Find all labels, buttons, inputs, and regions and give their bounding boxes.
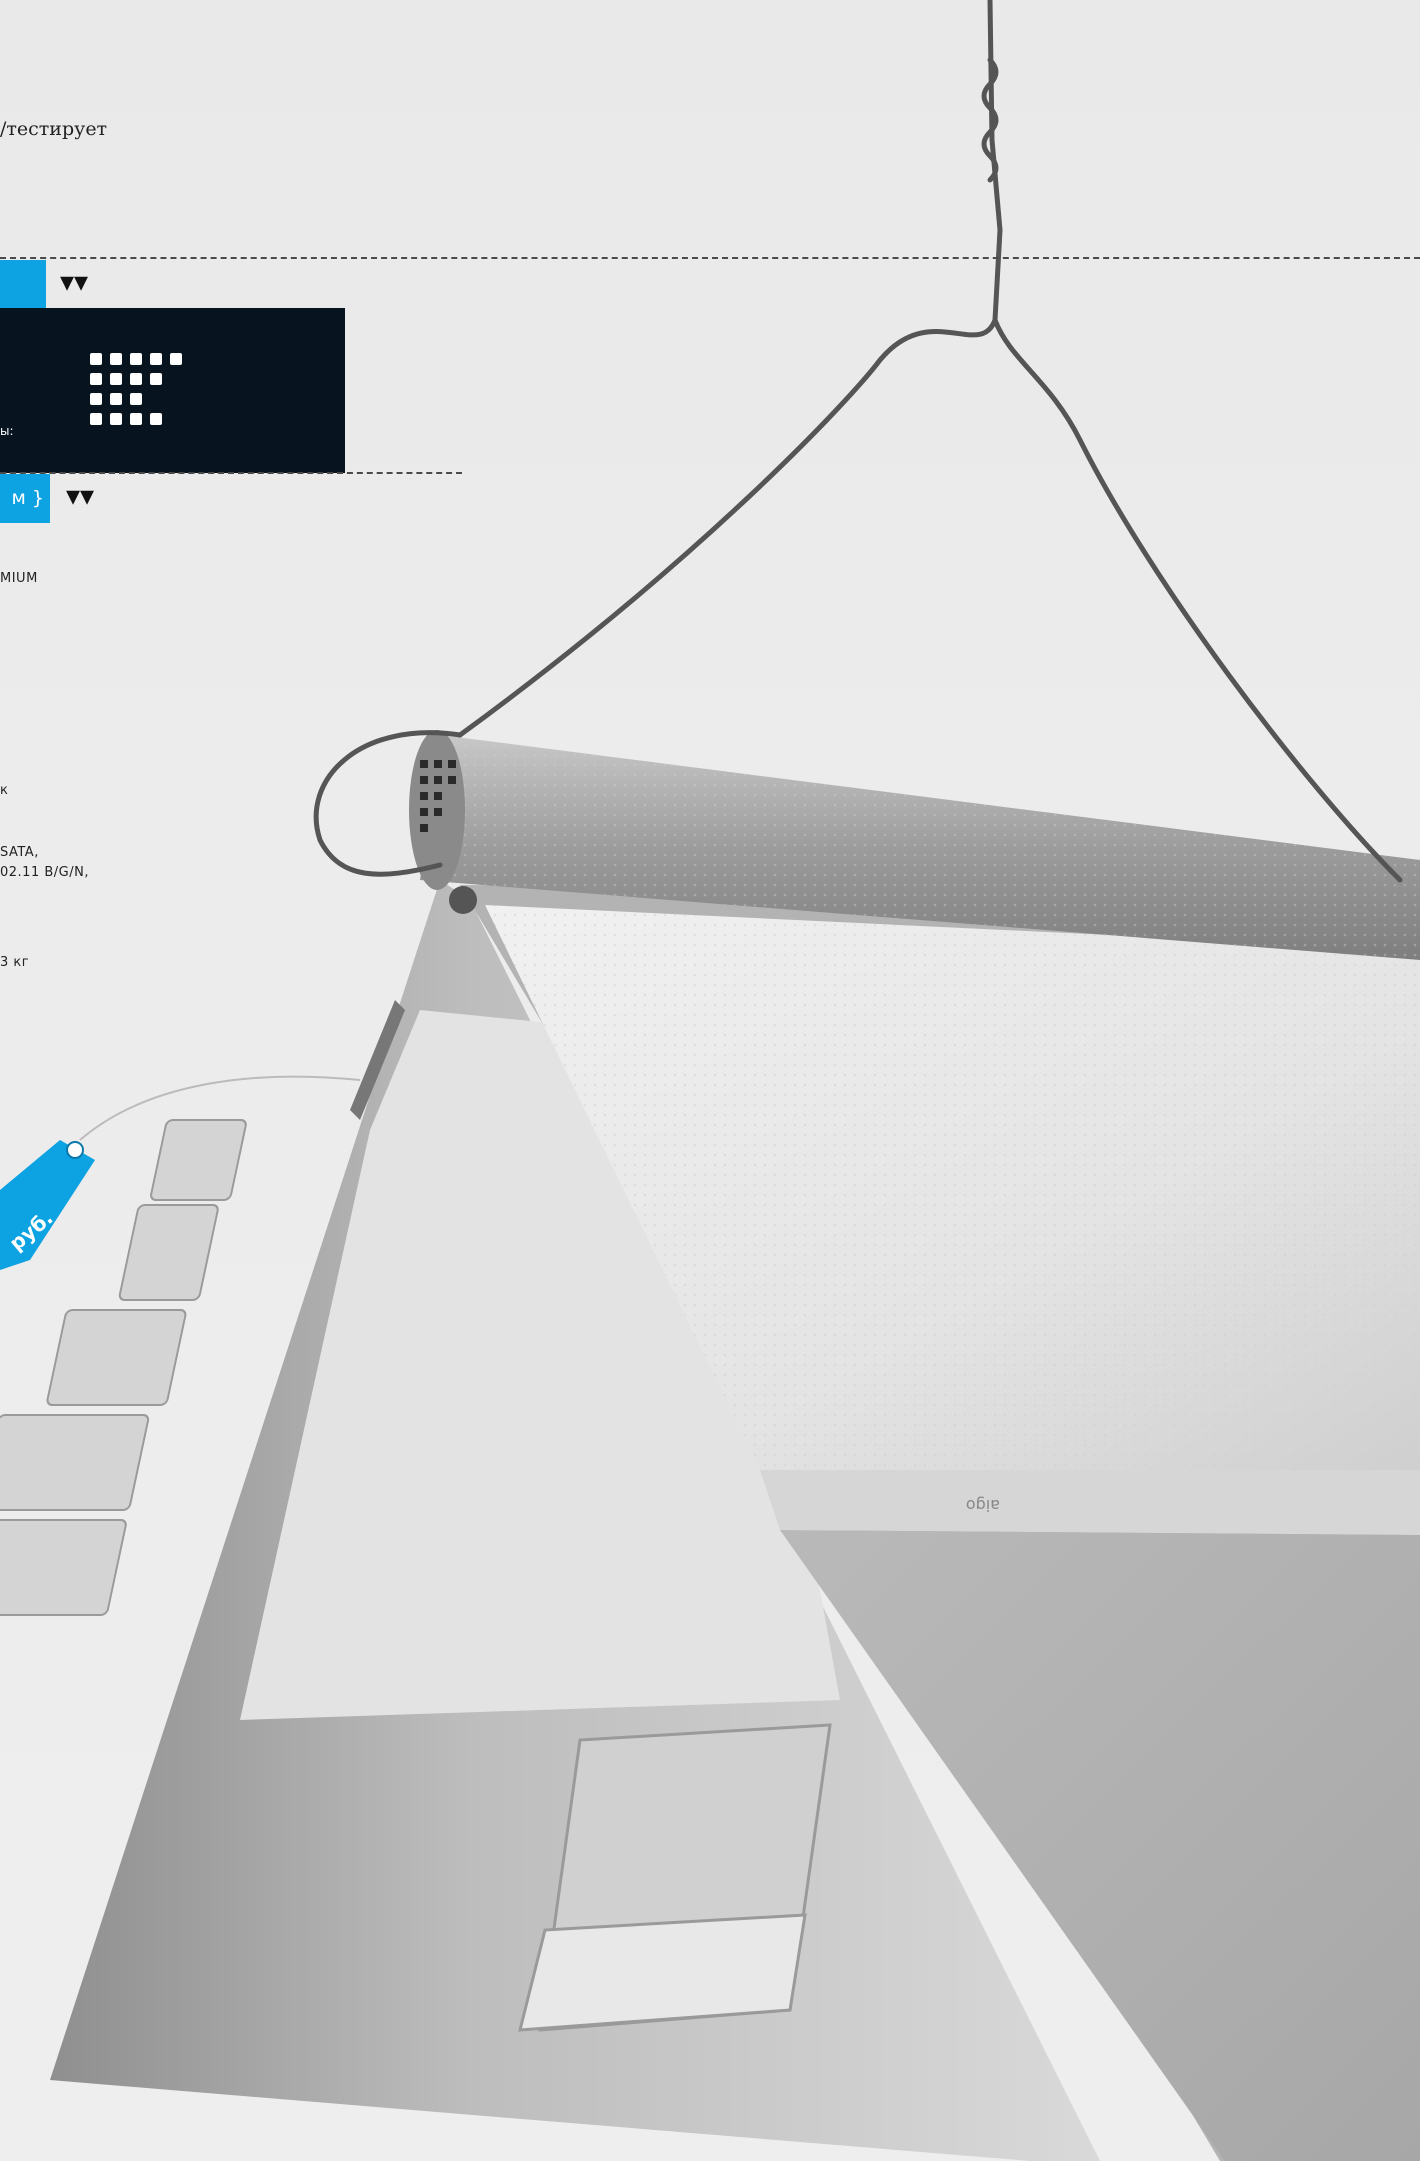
spec-line-disk: к xyxy=(0,783,9,798)
panel-label: ы: xyxy=(0,424,14,438)
price-tag: руб. xyxy=(0,1140,95,1270)
chevron-down-icon: ▾▾ xyxy=(60,265,89,298)
spec-line-wifi: 02.11 B/G/N, xyxy=(0,865,89,880)
spec-line-weight: 3 кг xyxy=(0,955,30,970)
spec-line-sata: SATA, xyxy=(0,845,39,860)
divider-mid xyxy=(0,472,462,474)
rating-dots-icon xyxy=(90,353,182,425)
laptop-brand: aigo xyxy=(966,1496,1000,1515)
rating-panel xyxy=(0,308,345,473)
chevron-down-icon-2: ▾▾ xyxy=(66,479,95,512)
divider-top xyxy=(0,257,1420,259)
section-tab-config: м } xyxy=(0,474,50,523)
spec-line-os: MIUM xyxy=(0,571,38,586)
byline: /тестирует xyxy=(0,118,108,140)
section-tab-specs xyxy=(0,260,46,308)
page-stage: aigo руб. /тестирует ▾▾ ы: м} ▾▾ MIUM к… xyxy=(0,0,1420,2161)
